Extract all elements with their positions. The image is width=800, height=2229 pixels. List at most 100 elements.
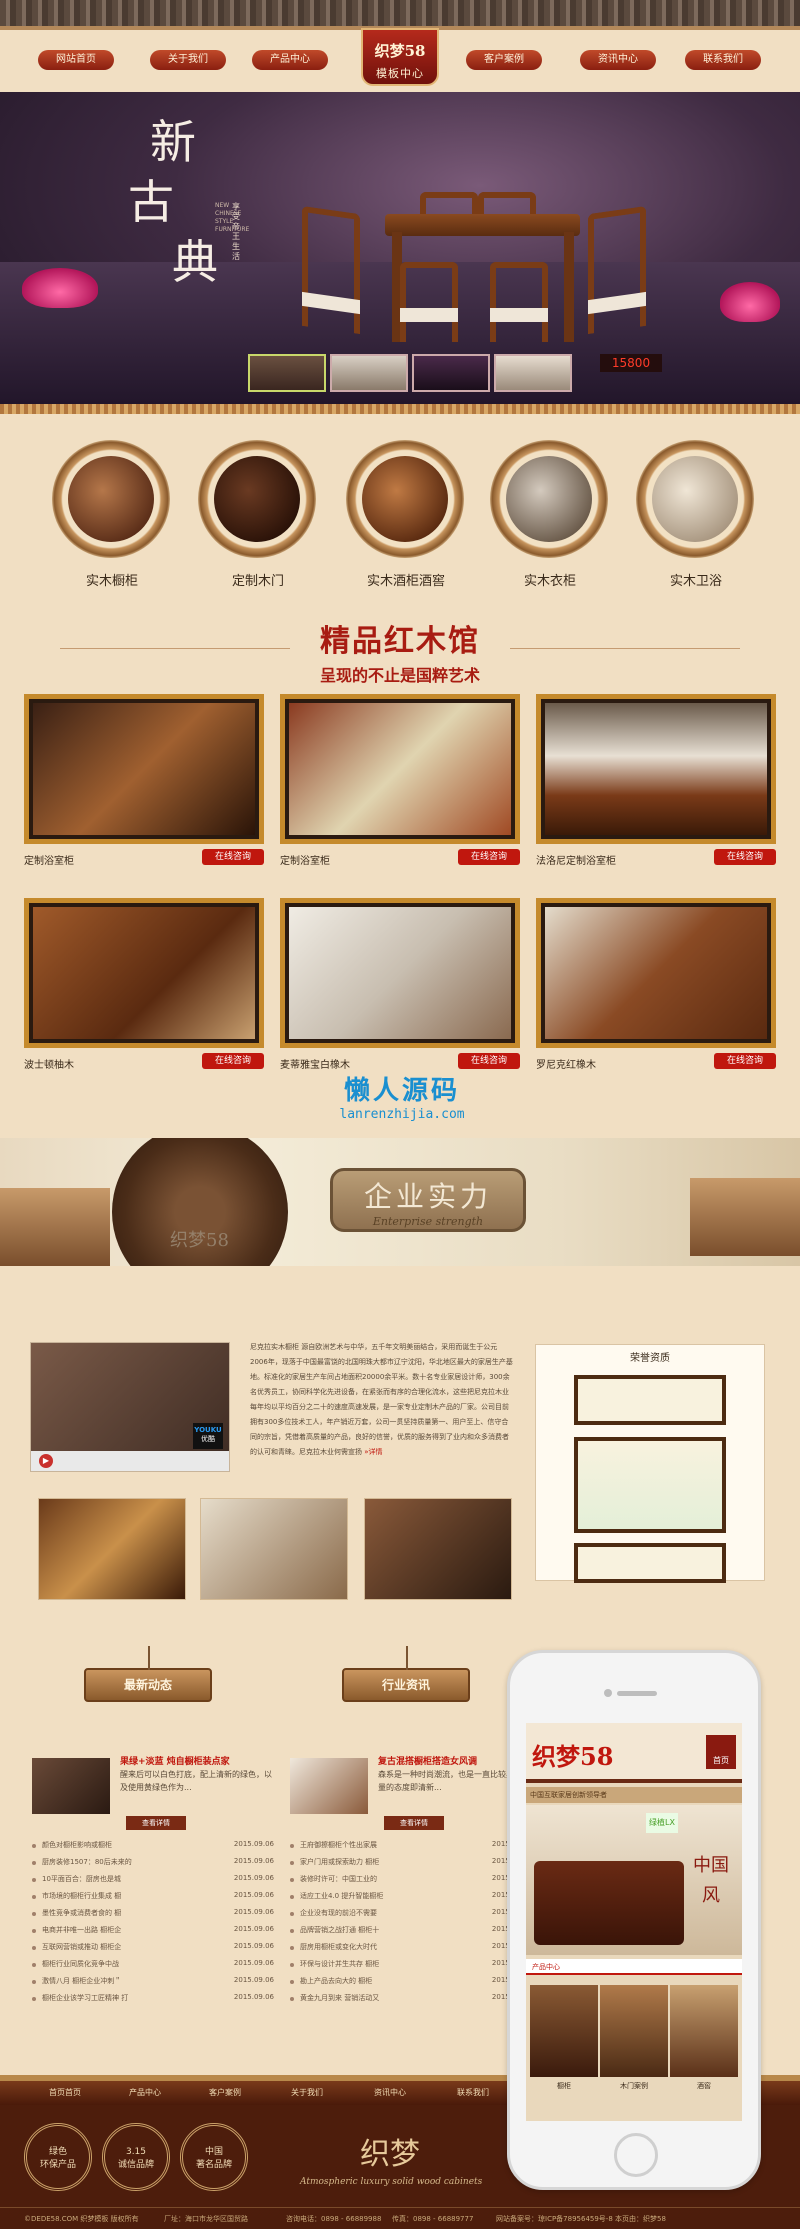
product-card[interactable]: 麦蒂雅宝白橡木 在线咨询	[280, 898, 520, 1071]
phone-text: 咨询电话：0898 - 66889988	[286, 2215, 382, 2223]
news-item[interactable]: 市场境的橱柜行业集成 橱 2015.09.06	[32, 1891, 274, 1908]
nav-cases[interactable]: 客户案例	[466, 50, 542, 70]
news-item[interactable]: 黄金九月到来 营销活动又2015.09.06	[290, 1993, 532, 2010]
consult-button[interactable]: 在线咨询	[458, 1053, 520, 1069]
news-title[interactable]: 果绿+淡蓝 炖自橱柜装点家	[120, 1754, 230, 1767]
news-item[interactable]: 互联网营销或推动 橱柜企 2015.09.06	[32, 1942, 274, 1959]
hero-thumb-3[interactable]	[412, 354, 490, 392]
section-title: 精品红木馆	[320, 624, 480, 659]
category-wardrobe[interactable]: 实木衣柜	[490, 440, 610, 589]
gallery-image[interactable]	[38, 1498, 186, 1600]
news-item[interactable]: 墨性竞争或消费者食的 橱 2015.09.06	[32, 1908, 274, 1925]
gallery-image[interactable]	[364, 1498, 512, 1600]
news-item[interactable]: 厨房用橱柜或变化大时代2015.09.06	[290, 1942, 532, 1959]
nav-contact[interactable]: 联系我们	[685, 50, 761, 70]
footer-link[interactable]: 客户案例	[190, 2087, 260, 2098]
category-frame	[198, 440, 316, 558]
chair-image	[400, 262, 458, 342]
footer-link[interactable]: 资讯中心	[355, 2087, 425, 2098]
nav-home[interactable]: 网站首页	[38, 50, 114, 70]
category-doors[interactable]: 定制木门	[198, 440, 318, 589]
mobile-logo[interactable]: 织梦58	[532, 1737, 613, 1772]
news-item[interactable]: 企业没有现的前沿不需要2015.09.06	[290, 1908, 532, 1925]
news-item[interactable]: 颜色对橱柜影响或橱柜 2015.09.06	[32, 1840, 274, 1857]
lotus-right-image	[720, 282, 780, 322]
footer-link[interactable]: 产品中心	[110, 2087, 180, 2098]
featured-news[interactable]: 复古混搭橱柜搭造女风调 森系是一种时尚潮流，也是一直比较具有大量的态度即清新..…	[290, 1754, 532, 1830]
product-image	[545, 703, 767, 835]
news-list: 颜色对橱柜影响或橱柜 2015.09.06 厨房装修1507：80后未来的 2015…	[32, 1840, 274, 2010]
copyright-text: ©DEDE58.COM 织梦模板 版权所有	[24, 2215, 139, 2223]
news-item[interactable]: 品牌营销之战打通 橱柜十2015.09.06	[290, 1925, 532, 1942]
chair-image	[588, 205, 646, 335]
featured-news[interactable]: 果绿+淡蓝 炖自橱柜装点家 醒来后可以白色打底，配上清新的绿色，以及使用黄绿色作…	[32, 1754, 274, 1830]
product-card[interactable]: 波士顿柚木 在线咨询	[24, 898, 264, 1071]
news-item[interactable]: 环保与设计并生共存 橱柜2015.09.06	[290, 1959, 532, 1976]
footer-link[interactable]: 联系我们	[438, 2087, 508, 2098]
lotus-left-image	[22, 268, 98, 308]
category-bath[interactable]: 实木卫浴	[636, 440, 756, 589]
consult-button[interactable]: 在线咨询	[202, 849, 264, 865]
speaker-icon	[617, 1691, 657, 1696]
footer-link[interactable]: 关于我们	[272, 2087, 342, 2098]
news-item[interactable]: 10平面百合：厨房也是城 2015.09.06	[32, 1874, 274, 1891]
news-item[interactable]: 厨房装修1507：80后未来的 2015.09.06	[32, 1857, 274, 1874]
hero-english: NEW CHINESE STYLE FURNITURE	[215, 202, 250, 233]
honor-panel: 荣誉资质	[535, 1344, 765, 1583]
nav-news[interactable]: 资讯中心	[580, 50, 656, 70]
news-item[interactable]: 激情八月 橱柜企业冲刺＂ 2015.09.06	[32, 1976, 274, 1993]
news-title[interactable]: 复古混搭橱柜搭造女风调	[378, 1754, 477, 1767]
about-more-link[interactable]: »详情	[364, 1448, 382, 1456]
nav-products[interactable]: 产品中心	[252, 50, 328, 70]
news-item[interactable]: 橱柜企业该学习工匠精神 打 2015.09.06	[32, 1993, 274, 2010]
mobile-product-image[interactable]	[670, 1985, 738, 2077]
product-card[interactable]: 定制浴室柜 在线咨询	[280, 694, 520, 867]
category-image	[506, 456, 592, 542]
table-leg	[564, 232, 574, 342]
view-details-button[interactable]: 查看详情	[126, 1816, 186, 1830]
about-text: 尼克拉实木橱柜 源自欧洲艺术与中华，五千年文明美丽结合，采用而诞生于公元2006…	[250, 1343, 513, 1456]
enterprise-plate: 企业实力 Enterprise strength	[330, 1168, 526, 1232]
news-item[interactable]: 王府御擦橱柜个性出家展2015.09.06	[290, 1840, 532, 1857]
news-image	[290, 1758, 368, 1814]
product-image	[289, 703, 511, 835]
product-card[interactable]: 定制浴室柜 在线咨询	[24, 694, 264, 867]
consult-button[interactable]: 在线咨询	[714, 1053, 776, 1069]
product-name: 罗尼克红橡木	[536, 1060, 596, 1071]
video-player[interactable]: YOUKU 优酷 ▶	[30, 1342, 230, 1472]
certificate-image	[574, 1543, 726, 1583]
mobile-banner[interactable]: 绿植LX 中国风	[526, 1805, 742, 1955]
hero-thumb-2[interactable]	[330, 354, 408, 392]
mobile-product-image[interactable]	[600, 1985, 668, 2077]
consult-button[interactable]: 在线咨询	[714, 849, 776, 865]
category-wine-cellar[interactable]: 实木酒柜酒窖	[346, 440, 466, 589]
board-rope	[406, 1646, 408, 1670]
play-icon[interactable]: ▶	[39, 1454, 53, 1468]
hero-thumb-4[interactable]	[494, 354, 572, 392]
icp-text: 网站备案号：琼ICP备78956459号-8 本页由：织梦58	[496, 2215, 666, 2223]
home-icon[interactable]: 首页	[706, 1735, 736, 1769]
product-card[interactable]: 罗尼克红橡木 在线咨询	[536, 898, 776, 1071]
gallery-image[interactable]	[200, 1498, 348, 1600]
news-item[interactable]: 勘上产品去向大的 橱柜2015.09.06	[290, 1976, 532, 1993]
product-card[interactable]: 法洛尼定制浴室柜 在线咨询	[536, 694, 776, 867]
category-cabinets[interactable]: 实木橱柜	[52, 440, 172, 589]
chair-image	[490, 262, 548, 342]
footer-link[interactable]: 首页首页	[30, 2087, 100, 2098]
news-item[interactable]: 家户门用或探索助力 橱柜2015.09.06	[290, 1857, 532, 1874]
mobile-product-image[interactable]	[530, 1985, 598, 2077]
consult-button[interactable]: 在线咨询	[458, 849, 520, 865]
hero-thumb-1[interactable]	[248, 354, 326, 392]
view-details-button[interactable]: 查看详情	[384, 1816, 444, 1830]
news-item[interactable]: 装修时许可：中国工业的2015.09.06	[290, 1874, 532, 1891]
product-image	[33, 907, 255, 1039]
site-logo[interactable]: 织梦58 模板中心	[361, 28, 439, 86]
news-item[interactable]: 适应工业4.0 提升智能橱柜2015.09.06	[290, 1891, 532, 1908]
news-item[interactable]: 电商并非唯一出路 橱柜企 2015.09.06	[32, 1925, 274, 1942]
consult-button[interactable]: 在线咨询	[202, 1053, 264, 1069]
logo-subtext: 模板中心	[376, 67, 424, 80]
news-item[interactable]: 橱柜行业同质化竞争中战 2015.09.06	[32, 1959, 274, 1976]
hero-slider[interactable]: 新 古 典 NEW CHINESE STYLE FURNITURE 享受帝王生活…	[0, 92, 800, 404]
nav-about[interactable]: 关于我们	[150, 50, 226, 70]
product-frame	[24, 898, 264, 1048]
